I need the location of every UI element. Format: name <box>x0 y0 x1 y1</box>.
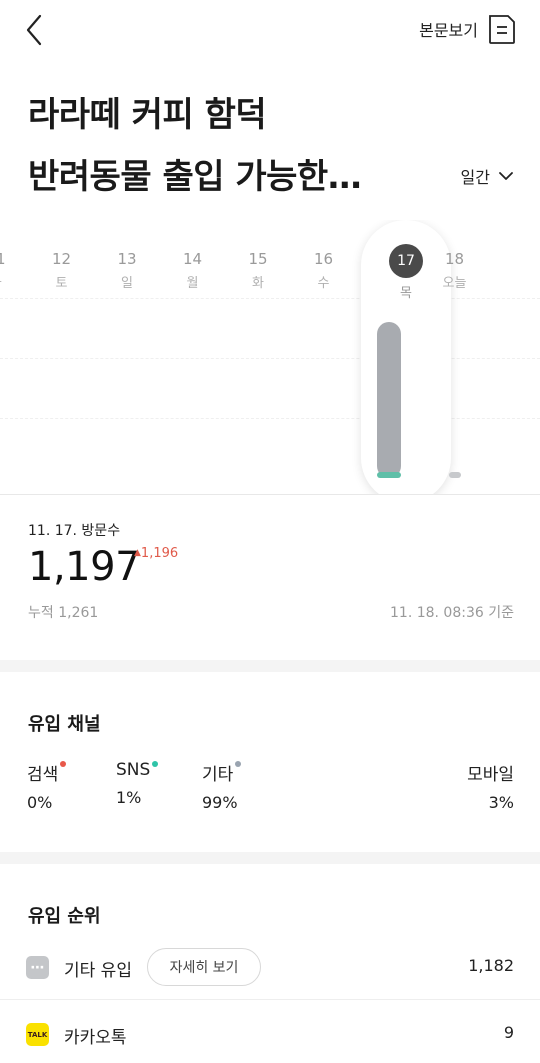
period-label: 일간 <box>460 168 490 187</box>
day-weekday: 일 <box>121 276 133 291</box>
cumulative-visits: 누적 1,261 <box>28 605 99 621</box>
section-divider <box>0 852 540 864</box>
visits-chart: 11 금 12 토 13 일 14 월 15 화 16 수 18오늘17 목 <box>0 220 540 495</box>
ranking-count: 1,182 <box>468 956 514 975</box>
page-title: 라라떼 커피 함덕 반려동물 출입 가능한… <box>28 84 438 208</box>
document-icon <box>489 15 515 44</box>
visit-count: 1,197 <box>28 544 141 590</box>
day-number: 16 <box>313 250 334 268</box>
up-triangle-icon: ▲ <box>134 548 141 558</box>
ranking-label: 카카오톡 <box>64 1028 127 1048</box>
stat-date-label: 11. 17. 방문수 <box>28 523 121 539</box>
day-number: 13 <box>117 250 137 268</box>
channels-title: 유입 채널 <box>28 714 101 735</box>
chart-day-12[interactable]: 12 토 <box>29 220 95 494</box>
title-line-2: 반려동물 출입 가능한… <box>28 157 362 197</box>
view-text-label: 본문보기 <box>419 21 478 40</box>
chart-day-18[interactable]: 18 오늘 <box>422 220 488 494</box>
chart-day-15[interactable]: 15 화 <box>225 220 291 494</box>
channel-label: 검색 <box>27 765 59 785</box>
day-number: 18 <box>444 250 465 268</box>
chevron-left-icon <box>26 14 42 46</box>
day-weekday: 금 <box>0 272 29 291</box>
kakaotalk-icon-text: TALK <box>27 1030 48 1039</box>
channel-sns: SNS 1% <box>116 760 159 807</box>
channel-search: 검색 0% <box>27 760 67 812</box>
ranking-title: 유입 순위 <box>28 906 101 927</box>
channel-label: 모바일 <box>467 765 514 785</box>
day-weekday: 월 <box>186 276 199 291</box>
ranking-row[interactable]: TALK 카카오톡 9 <box>0 1001 540 1063</box>
period-dropdown[interactable]: 일간 <box>461 164 514 188</box>
as-of-time: 11. 18. 08:36 기준 <box>390 605 514 621</box>
day-number: 15 <box>248 250 268 268</box>
chart-day-14[interactable]: 14 월 <box>160 220 226 494</box>
selected-day-weekday: 목 <box>400 286 412 301</box>
ranking-count: 9 <box>503 1023 514 1042</box>
channel-value: 99% <box>202 793 238 812</box>
channel-dot <box>235 761 242 767</box>
visit-delta: ▲1,196 <box>134 546 178 561</box>
chart-day-11[interactable]: 11 금 <box>0 220 29 494</box>
section-divider <box>0 660 540 672</box>
day-number: 11 <box>0 250 29 268</box>
channel-value: 1% <box>116 788 142 807</box>
day-number: 12 <box>51 250 72 268</box>
channel-label: SNS <box>116 760 151 780</box>
back-button[interactable] <box>20 10 50 50</box>
ranking-label: 기타 유입 <box>64 961 132 981</box>
channel-other: 기타 99% <box>202 760 242 812</box>
title-line-1: 라라떼 커피 함덕 <box>28 95 267 135</box>
chart-bar <box>377 322 401 478</box>
day-number: 14 <box>182 250 203 268</box>
kakaotalk-icon: TALK <box>26 1023 49 1046</box>
channel-value: 0% <box>27 793 53 812</box>
day-weekday: 토 <box>55 276 68 291</box>
chart-day-16[interactable]: 16 수 <box>291 220 357 494</box>
channel-label: 기타 <box>202 765 234 785</box>
delta-value: 1,196 <box>140 546 179 561</box>
view-text-button[interactable]: 본문보기 <box>419 12 516 46</box>
chart-day-13[interactable]: 13 일 <box>94 220 160 494</box>
day-weekday: 화 <box>252 276 264 291</box>
row-separator <box>0 999 540 1000</box>
more-dots-icon: ⋯ <box>26 956 49 979</box>
channel-value: 3% <box>488 793 514 812</box>
visit-stats: 11. 17. 방문수 1,197 ▲1,196 누적 1,261 11. 18… <box>28 520 514 630</box>
selected-day-number: 17 <box>389 244 423 278</box>
top-bar: 본문보기 <box>0 0 540 60</box>
chart-bar-accent <box>377 472 401 478</box>
chart-bar <box>448 472 461 478</box>
ranking-row[interactable]: ⋯ 기타 유입 자세히 보기 1,182 <box>0 934 540 1000</box>
chevron-down-icon <box>499 172 513 180</box>
channel-mobile: 모바일 3% <box>467 760 514 812</box>
channel-dot <box>152 761 159 767</box>
view-details-button[interactable]: 자세히 보기 <box>147 948 261 986</box>
channel-dot <box>60 761 67 767</box>
day-weekday: 수 <box>317 276 330 291</box>
